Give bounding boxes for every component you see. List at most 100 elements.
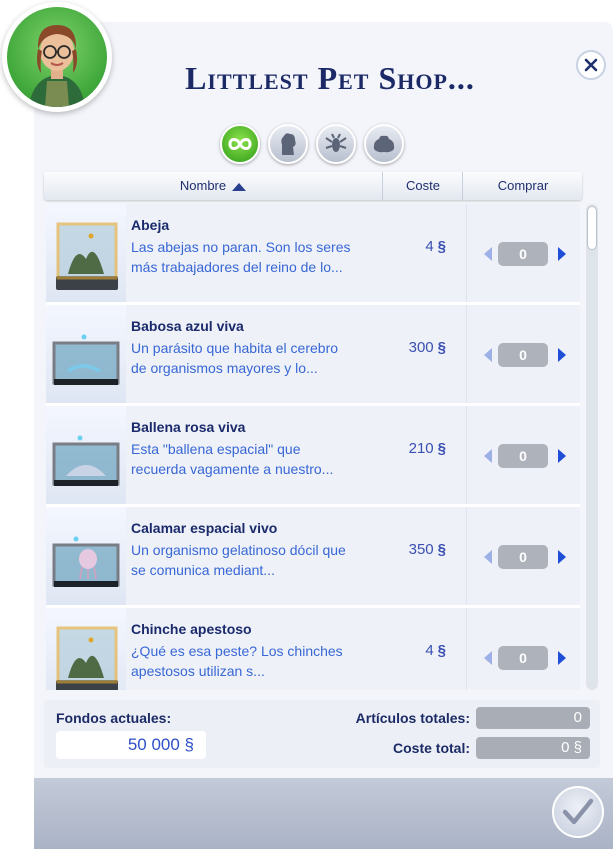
habitat-gold-icon (56, 626, 118, 690)
quantity-value: 0 (498, 545, 548, 569)
animal-icon (281, 133, 296, 155)
item-price: 210 § (386, 440, 446, 457)
filter-category-3[interactable] (364, 124, 404, 164)
divider (466, 204, 467, 302)
scrollbar[interactable] (586, 204, 598, 690)
divider (466, 608, 467, 690)
decrease-quantity-button[interactable] (484, 651, 492, 665)
habitat-tank-icon (52, 435, 120, 486)
checkmark-icon (562, 798, 594, 825)
item-price: 4 § (386, 238, 446, 255)
list-item[interactable]: Chinche apestoso ¿Qué es esa peste? Los … (46, 608, 580, 690)
item-price: 350 § (386, 541, 446, 558)
price-value: 4 (425, 642, 434, 659)
item-thumbnail (46, 204, 126, 302)
item-description: Un parásito que habita el cerebro de org… (131, 338, 389, 378)
column-buy: Comprar (462, 172, 583, 200)
decrease-quantity-button[interactable] (484, 348, 492, 362)
shopkeeper-portrait (7, 7, 107, 107)
divider (466, 406, 467, 504)
item-price: 300 § (386, 339, 446, 356)
table-header: Nombre Coste Comprar (44, 172, 582, 200)
increase-quantity-button[interactable] (558, 449, 566, 463)
list-item[interactable]: Babosa azul viva Un parásito que habita … (46, 305, 580, 406)
insect-icon (325, 133, 347, 152)
increase-quantity-button[interactable] (558, 348, 566, 362)
filter-category-2[interactable] (316, 124, 356, 164)
item-description: Un organismo gelatinoso dócil que se com… (131, 540, 389, 580)
increase-quantity-button[interactable] (558, 550, 566, 564)
avatar (2, 2, 112, 112)
column-name-label: Nombre (179, 178, 227, 193)
price-value: 4 (425, 238, 434, 255)
divider (466, 305, 467, 403)
total-items-label: Artículos totales: (355, 710, 470, 726)
price-value: 350 (408, 541, 434, 558)
quantity-value: 0 (498, 242, 548, 266)
filter-bar (220, 124, 404, 164)
item-thumbnail (46, 406, 126, 504)
item-thumbnail (46, 305, 126, 403)
increase-quantity-button[interactable] (558, 651, 566, 665)
item-description-line: ¿Qué es esa peste? Los chinches (131, 643, 343, 659)
decrease-quantity-button[interactable] (484, 449, 492, 463)
simoleon-icon: § (437, 339, 446, 356)
bottom-bar (34, 778, 613, 849)
item-description-line: se comunica mediant... (131, 562, 275, 578)
item-name: Babosa azul viva (131, 318, 244, 334)
close-icon (584, 58, 598, 72)
total-cost-value: 0 § (476, 737, 590, 759)
item-price: 4 § (386, 642, 446, 659)
item-name: Abeja (131, 217, 170, 233)
simoleon-icon: § (437, 642, 446, 659)
item-thumbnail (46, 608, 126, 690)
quantity-value: 0 (498, 343, 548, 367)
item-description-line: de organismos mayores y lo... (131, 360, 318, 376)
habitat-gold-icon (56, 222, 118, 290)
item-description-line: recuerda vagamente a nuestro... (131, 461, 334, 477)
decrease-quantity-button[interactable] (484, 247, 492, 261)
item-description-line: apestosos utilizan s... (131, 663, 265, 679)
scrollbar-thumb[interactable] (587, 206, 597, 250)
filter-category-1[interactable] (268, 124, 308, 164)
item-description-line: Las abejas no paran. Son los seres (131, 239, 351, 255)
list-item[interactable]: Abeja Las abejas no paran. Son los seres… (46, 204, 580, 305)
price-value: 210 (408, 440, 434, 457)
item-description: Las abejas no paran. Son los seres más t… (131, 237, 389, 277)
list-item[interactable]: Ballena rosa viva Esta "ballena espacial… (46, 406, 580, 507)
page-title: Littlest Pet Shop... (185, 60, 475, 96)
divider (466, 507, 467, 605)
simoleon-icon: § (437, 440, 446, 457)
price-value: 300 (408, 339, 434, 356)
decrease-quantity-button[interactable] (484, 550, 492, 564)
quantity-value: 0 (498, 646, 548, 670)
sort-ascending-icon (232, 182, 247, 191)
list-item[interactable]: Calamar espacial vivo Un organismo gelat… (46, 507, 580, 608)
item-description-line: más trabajadores del reino de lo... (131, 259, 343, 275)
column-cost[interactable]: Coste (382, 172, 463, 200)
increase-quantity-button[interactable] (558, 247, 566, 261)
item-description: ¿Qué es esa peste? Los chinches apestoso… (131, 641, 389, 681)
item-description-line: Un parásito que habita el cerebro (131, 340, 339, 356)
simoleon-icon: § (437, 541, 446, 558)
filter-all[interactable] (220, 124, 260, 164)
total-cost-label: Coste total: (393, 740, 470, 756)
funds-value: 50 000 § (56, 731, 206, 759)
confirm-purchase-button[interactable] (552, 786, 604, 838)
quantity-value: 0 (498, 444, 548, 468)
item-name: Ballena rosa viva (131, 419, 246, 435)
close-button[interactable] (576, 50, 606, 80)
habitat-tank-icon (52, 536, 120, 587)
item-thumbnail (46, 507, 126, 605)
column-name[interactable]: Nombre (44, 172, 382, 200)
item-description-line: Esta "ballena espacial" que (131, 441, 301, 457)
item-description: Esta "ballena espacial" que recuerda vag… (131, 439, 389, 479)
total-items-value: 0 (476, 707, 590, 729)
habitat-tank-icon (52, 334, 120, 385)
item-name: Calamar espacial vivo (131, 520, 278, 536)
simoleon-icon: § (437, 238, 446, 255)
item-name: Chinche apestoso (131, 621, 252, 637)
item-description-line: Un organismo gelatinoso dócil que (131, 542, 346, 558)
frog-icon (373, 135, 395, 153)
infinity-icon (228, 138, 252, 150)
